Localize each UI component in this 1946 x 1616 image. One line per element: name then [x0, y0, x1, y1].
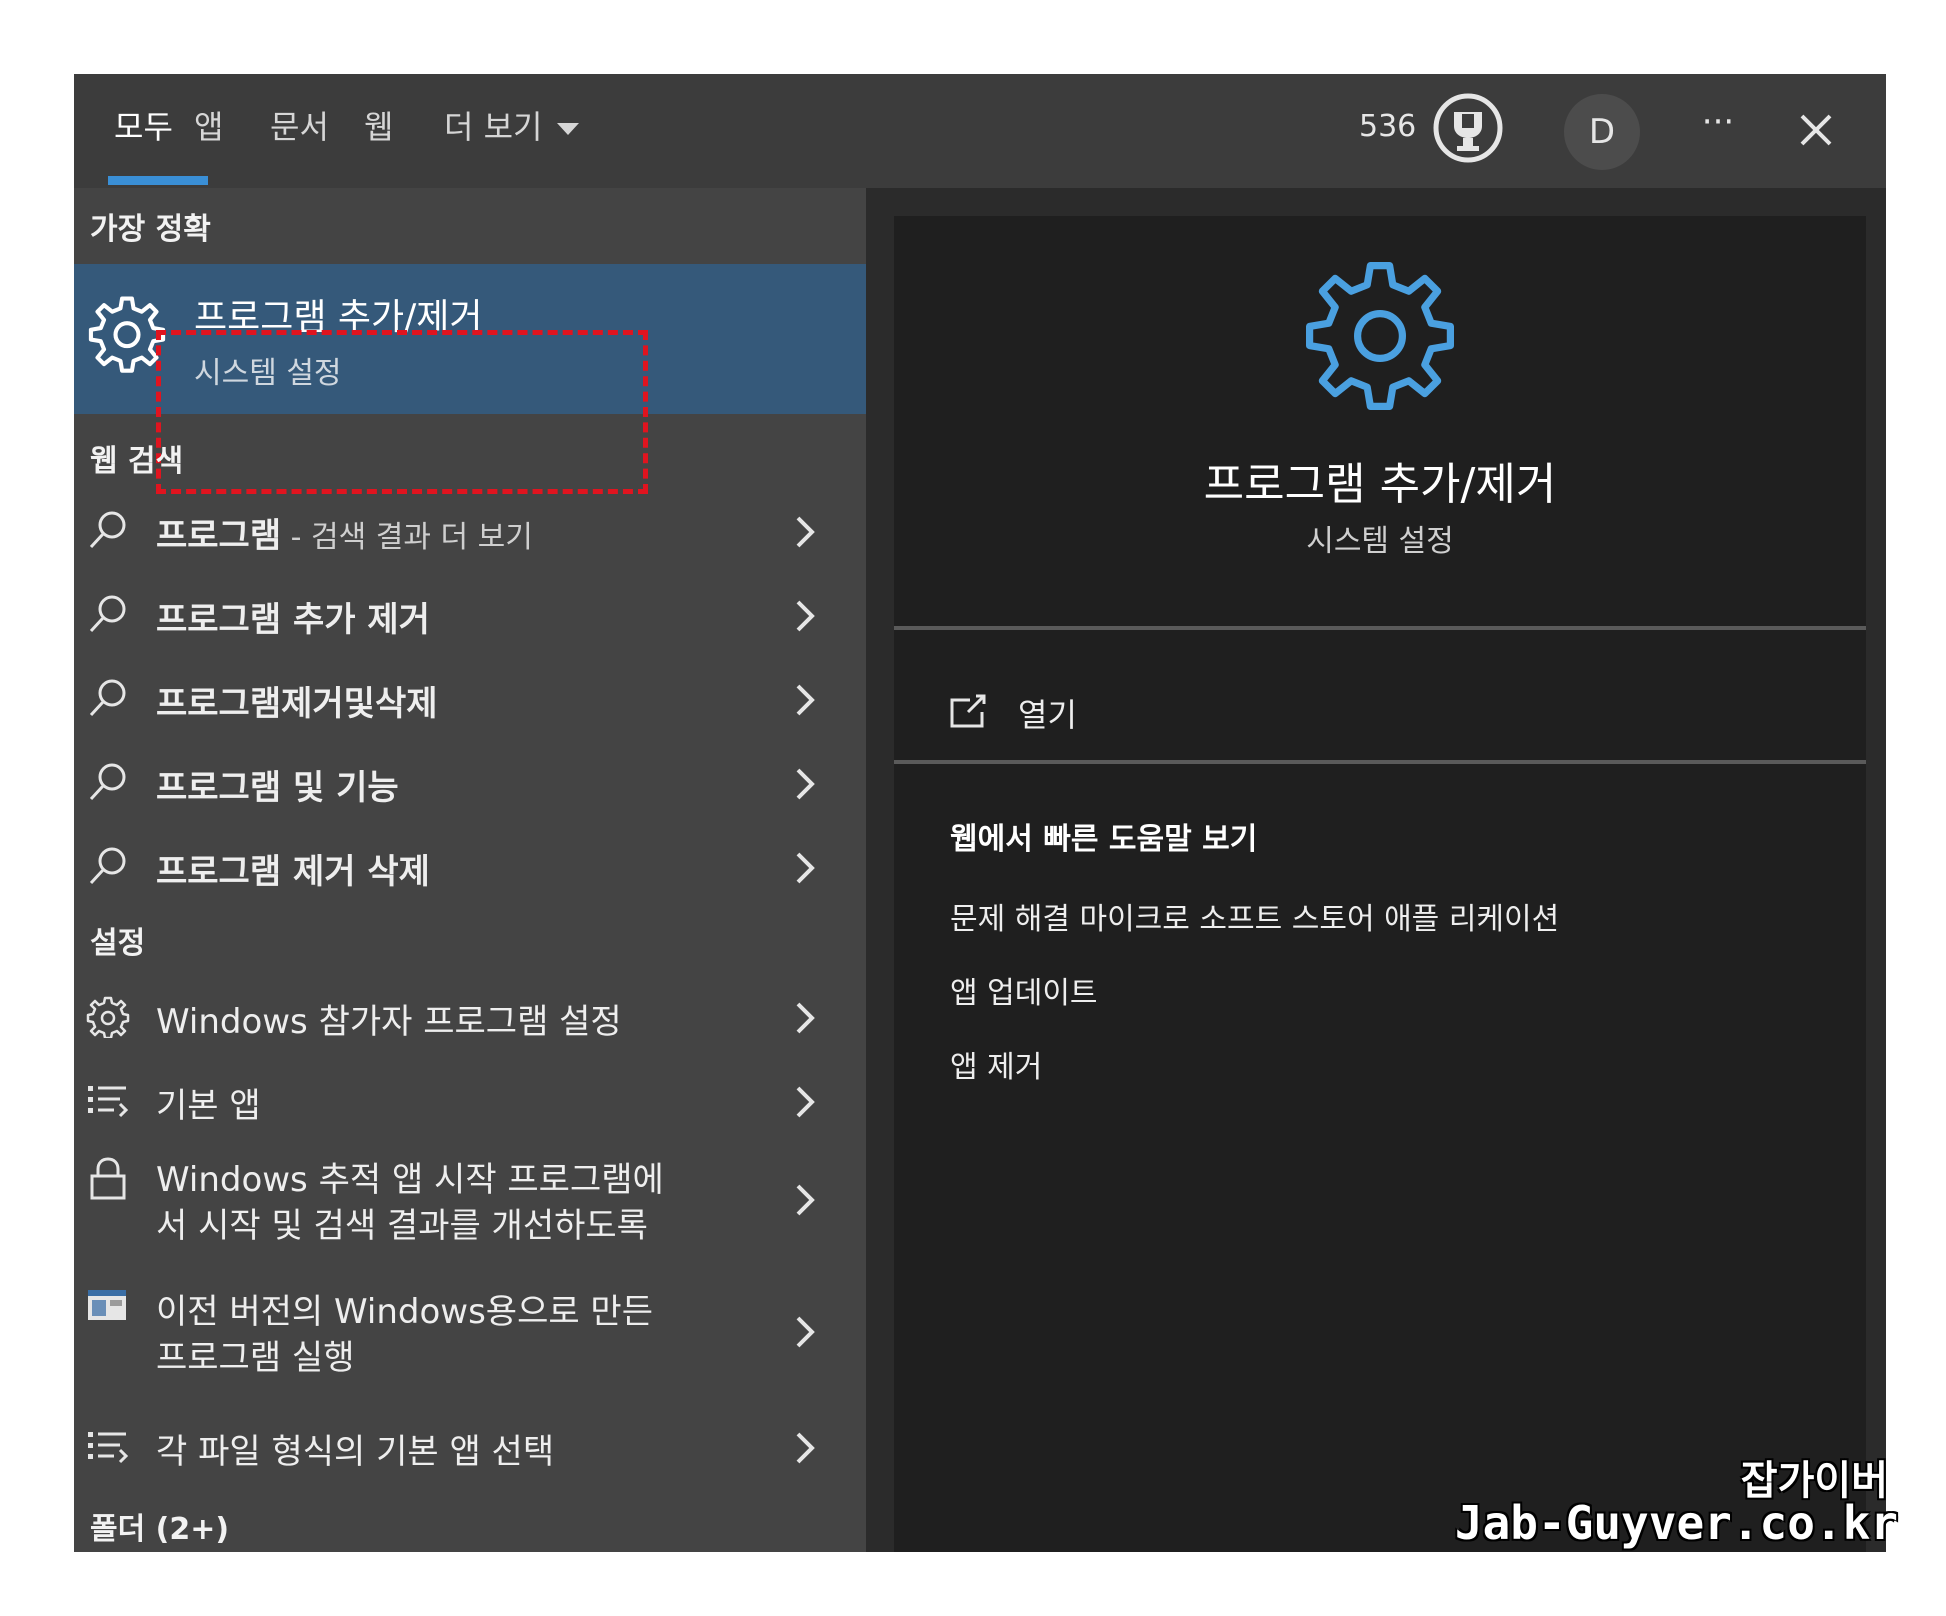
gear-icon [1306, 262, 1454, 410]
chevron-right-icon [796, 684, 815, 716]
help-link[interactable]: 앱 제거 [950, 1042, 1042, 1086]
lock-icon [90, 1157, 126, 1200]
close-icon[interactable] [1786, 100, 1846, 160]
help-link[interactable]: 문제 해결 마이크로 소프트 스토어 애플 리케이션 [950, 894, 1559, 938]
preview-pane: 프로그램 추가/제거 시스템 설정 열기 웹에서 빠른 도움말 보기 문제 해결… [894, 216, 1866, 1552]
web-result-label: 프로그램 제거 삭제 [156, 844, 430, 893]
search-icon [89, 847, 126, 885]
settings-item-label: 이전 버전의 Windows용으로 만든 [156, 1292, 653, 1332]
list-icon [88, 1432, 129, 1464]
gear-icon [86, 996, 130, 1038]
tab-all[interactable]: 모두 [114, 102, 173, 152]
web-result-item[interactable]: 프로그램 및 기능 [74, 750, 866, 818]
web-result-query: 프로그램 제거 삭제 [156, 852, 430, 892]
tab-more-label: 더 보기 [444, 108, 543, 146]
settings-item[interactable]: 이전 버전의 Windows용으로 만든 프로그램 실행 [74, 1278, 866, 1388]
settings-item-label-cont: 프로그램 실행 [156, 1338, 355, 1378]
chevron-right-icon [796, 852, 815, 884]
open-action[interactable]: 열기 [1018, 690, 1077, 736]
search-icon [89, 679, 126, 717]
settings-item-label: Windows 추적 앱 시작 프로그램에 [156, 1160, 664, 1200]
web-result-query: 프로그램 [156, 516, 282, 556]
web-result-item[interactable]: 프로그램 제거 삭제 [74, 834, 866, 902]
web-result-label: 프로그램 - 검색 결과 더 보기 [156, 508, 533, 557]
best-match-heading: 가장 정확 [90, 212, 211, 247]
open-external-icon [950, 694, 986, 728]
tab-apps[interactable]: 앱 [194, 102, 223, 152]
settings-item-label: 각 파일 형식의 기본 앱 선택 [156, 1432, 555, 1472]
chevron-down-icon [556, 123, 579, 135]
tab-documents[interactable]: 문서 [270, 102, 329, 152]
web-result-suffix: - 검색 결과 더 보기 [281, 520, 533, 555]
chevron-right-icon [796, 1002, 815, 1034]
rewards-points: 536 [1359, 109, 1417, 144]
divider [894, 626, 1866, 630]
settings-item[interactable]: 기본 앱 [74, 1062, 866, 1138]
settings-item-label: 기본 앱 [156, 1086, 261, 1126]
settings-item-label-cont: 서 시작 및 검색 결과를 개선하도록 [156, 1206, 648, 1246]
chevron-right-icon [796, 1184, 815, 1216]
search-icon [89, 511, 126, 549]
help-heading: 웹에서 빠른 도움말 보기 [950, 822, 1258, 857]
search-icon [89, 595, 126, 633]
settings-item[interactable]: Windows 추적 앱 시작 프로그램에 서 시작 및 검색 결과를 개선하도… [74, 1146, 866, 1256]
web-result-label: 프로그램 추가 제거 [156, 592, 430, 641]
web-result-item[interactable]: 프로그램제거및삭제 [74, 666, 866, 734]
settings-item-label: Windows 참가자 프로그램 설정 [156, 1002, 622, 1042]
web-result-label: 프로그램제거및삭제 [156, 676, 438, 725]
help-link[interactable]: 앱 업데이트 [950, 968, 1098, 1012]
folders-heading: 폴더 (2+) [90, 1512, 230, 1547]
chevron-right-icon [796, 1086, 815, 1118]
chevron-right-icon [796, 516, 815, 548]
web-result-item[interactable]: 프로그램 - 검색 결과 더 보기 [74, 498, 866, 566]
web-result-query: 프로그램 추가 제거 [156, 600, 430, 640]
web-result-label: 프로그램 및 기능 [156, 760, 399, 809]
web-search-heading: 웹 검색 [90, 444, 184, 479]
window-icon [88, 1290, 126, 1320]
web-result-item[interactable]: 프로그램 추가 제거 [74, 582, 866, 650]
settings-item[interactable]: Windows 참가자 프로그램 설정 [74, 978, 866, 1054]
tab-more[interactable]: 더 보기 [444, 102, 579, 152]
web-result-query: 프로그램 및 기능 [156, 768, 399, 808]
best-match-item[interactable]: 프로그램 추가/제거 시스템 설정 [74, 264, 866, 494]
web-result-query: 프로그램제거및삭제 [156, 684, 438, 724]
settings-heading: 설정 [90, 926, 146, 961]
search-icon [89, 763, 126, 801]
preview-subtitle: 시스템 설정 [1306, 524, 1454, 559]
highlight-box [156, 330, 648, 494]
tab-bar: 모두 앱 문서 웹 더 보기 536 D ··· [74, 74, 1886, 188]
list-icon [88, 1086, 129, 1118]
search-window: 모두 앱 문서 웹 더 보기 536 D ··· 가장 정확 프로그램 추가/제… [74, 74, 1886, 1552]
chevron-right-icon [796, 600, 815, 632]
trophy-icon[interactable] [1432, 92, 1504, 164]
user-avatar[interactable]: D [1564, 94, 1640, 170]
chevron-right-icon [796, 1432, 815, 1464]
chevron-right-icon [796, 1316, 815, 1348]
settings-item[interactable]: 각 파일 형식의 기본 앱 선택 [74, 1408, 866, 1484]
preview-title: 프로그램 추가/제거 [1203, 459, 1557, 510]
divider [894, 760, 1866, 764]
active-tab-indicator [108, 176, 208, 185]
more-options-icon[interactable]: ··· [1688, 96, 1748, 156]
chevron-right-icon [796, 768, 815, 800]
tab-web[interactable]: 웹 [364, 102, 393, 152]
watermark-url: Jab-Guyver.co.kr [1454, 1496, 1898, 1550]
results-list: 가장 정확 프로그램 추가/제거 시스템 설정 웹 검색 프로그램 - 검색 결… [74, 188, 866, 1552]
